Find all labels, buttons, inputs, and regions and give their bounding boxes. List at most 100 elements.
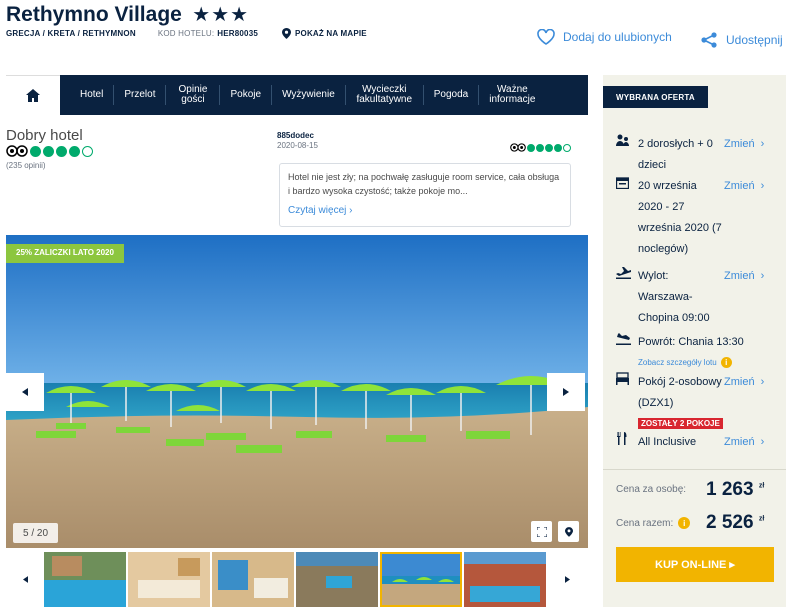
currency: zł — [758, 482, 765, 490]
favorite-label: Dodaj do ulubionych — [563, 30, 672, 44]
travelers-text: 2 dorosłych + 0 dzieci — [638, 138, 713, 171]
tab-weather[interactable]: Pogoda — [424, 85, 480, 105]
review-dot — [545, 143, 553, 152]
promo-badge: 25% ZALICZKI LATO 2020 — [6, 244, 124, 263]
room-photo — [128, 552, 210, 607]
plane-takeoff-icon — [616, 266, 638, 329]
change-departure-link[interactable]: Zmień › — [724, 266, 764, 329]
departure-text: Wylot: Warszawa-Chopina 09:00 — [638, 270, 710, 324]
price-person-value: 1 263 — [706, 478, 754, 500]
tab-reviews[interactable]: Opinie gości — [166, 85, 221, 105]
price-total-value: 2 526 — [706, 512, 754, 533]
tab-flight[interactable]: Przelot — [114, 85, 167, 105]
chevron-right-icon: › — [760, 376, 765, 388]
rooms-left-badge: ZOSTAŁY 2 POKOJE — [638, 418, 723, 429]
flight-details-link[interactable]: Zobacz szczegóły lotu i — [638, 357, 732, 368]
gallery-prev-button[interactable] — [6, 373, 44, 411]
share-label: Udostępnij — [726, 33, 783, 47]
change-label: Zmień — [724, 376, 755, 388]
offer-return: Powrót: Chania 13:30 — [616, 332, 778, 353]
buy-online-button[interactable]: KUP ON-LINE ▸ — [616, 547, 774, 582]
thumbs-prev-button[interactable] — [6, 576, 44, 583]
hotel-photo — [464, 552, 546, 607]
rating-title: Dobry hotel — [6, 127, 83, 144]
thumbnail-pool[interactable] — [44, 552, 126, 607]
gallery-main-image — [6, 235, 588, 548]
thumbnail-aerial[interactable] — [296, 552, 378, 607]
add-favorite-button[interactable]: Dodaj do ulubionych — [537, 29, 672, 45]
thumbnail-hotel[interactable] — [464, 552, 546, 607]
share-button[interactable]: Udostępnij — [700, 32, 783, 48]
rating-dots — [6, 145, 93, 157]
return-text: Powrót: Chania 13:30 — [638, 336, 744, 348]
heart-icon — [537, 29, 555, 45]
offer-travelers: 2 dorosłych + 0 dzieci Zmień › — [616, 134, 764, 176]
price-total-label: Cena razem: — [616, 517, 674, 529]
read-more-label: Czytaj więcej — [288, 205, 347, 216]
aerial-photo — [296, 552, 378, 607]
beach-photo — [6, 235, 588, 548]
tab-excursions[interactable]: Wycieczki fakultatywne — [346, 85, 424, 105]
dates-text: 20 września 2020 - 27 września 2020 (7 n… — [638, 180, 722, 255]
rating-dot — [82, 145, 93, 157]
hotel-name: Rethymno Village — [6, 3, 182, 26]
chevron-left-icon — [22, 388, 28, 396]
people-icon — [616, 134, 638, 176]
price-total-amount: 2 526 zł — [706, 512, 764, 534]
rating-dot — [69, 145, 80, 157]
gallery-next-button[interactable] — [547, 373, 585, 411]
plane-landing-icon — [616, 332, 638, 353]
rating-count[interactable]: (235 opinii) — [6, 161, 93, 170]
gallery-thumbnails — [6, 552, 588, 607]
price-person-amount: 1 263 zł — [706, 479, 764, 501]
change-label: Zmień — [724, 436, 755, 448]
tab-hotel[interactable]: Hotel — [60, 85, 115, 105]
review-header: 885dodec 2020-08-15 — [277, 131, 571, 152]
tab-important-info[interactable]: Ważne informacje — [479, 85, 543, 105]
gallery-map-button[interactable] — [558, 521, 579, 542]
change-room-link[interactable]: Zmień › — [724, 372, 764, 414]
thumbnail-room-2[interactable] — [212, 552, 294, 607]
breadcrumb[interactable]: GRECJA / KRETA / RETHYMNON — [6, 29, 136, 38]
review-dot — [563, 143, 571, 152]
review-dot — [536, 143, 544, 152]
tripadvisor-owl-icon — [510, 143, 526, 152]
show-map-label: POKAŻ NA MAPIE — [295, 29, 367, 38]
change-dates-link[interactable]: Zmień › — [724, 176, 764, 260]
currency: zł — [758, 515, 765, 523]
review-dot — [527, 143, 535, 152]
chevron-right-icon — [564, 576, 570, 583]
hotel-title: Rethymno Village ★★★ — [6, 2, 249, 27]
chevron-right-icon: › — [760, 436, 765, 448]
flight-details-label: Zobacz szczegóły lotu — [638, 358, 717, 367]
change-label: Zmień — [724, 138, 755, 150]
change-label: Zmień — [724, 270, 755, 282]
thumbnail-beach[interactable] — [380, 552, 462, 607]
offer-board: All Inclusive Zmień › — [616, 432, 764, 453]
tab-home[interactable] — [6, 75, 60, 115]
tab-rooms[interactable]: Pokoje — [220, 85, 273, 105]
room-text: Pokój 2-osobowy (DZX1) — [638, 376, 722, 409]
thumbs-next-button[interactable] — [548, 576, 586, 583]
fullscreen-icon — [536, 526, 547, 537]
hotel-rating: Dobry hotel (235 opinii) — [6, 127, 93, 170]
cutlery-icon — [616, 432, 638, 453]
hotel-code: HER80035 — [217, 29, 258, 38]
review-card: Hotel nie jest zły; na pochwałę zasługuj… — [279, 163, 571, 227]
read-more-link[interactable]: Czytaj więcej › — [288, 204, 562, 218]
gallery-counter: 5 / 20 — [13, 523, 58, 543]
change-board-link[interactable]: Zmień › — [724, 432, 764, 453]
review-author: 885dodec — [277, 131, 314, 140]
hotel-tabs: Hotel Przelot Opinie gości Pokoje Wyżywi… — [6, 75, 588, 115]
review-rating — [510, 143, 571, 152]
show-map-link[interactable]: POKAŻ NA MAPIE — [282, 28, 367, 39]
chevron-right-icon: › — [760, 180, 765, 192]
calendar-icon — [615, 176, 638, 260]
change-travelers-link[interactable]: Zmień › — [724, 134, 764, 176]
tab-board[interactable]: Wyżywienie — [272, 85, 346, 105]
fullscreen-button[interactable] — [531, 521, 552, 542]
chevron-right-icon — [563, 388, 569, 396]
info-icon[interactable]: i — [678, 517, 691, 529]
thumbnail-room[interactable] — [128, 552, 210, 607]
offer-dates: 20 września 2020 - 27 września 2020 (7 n… — [615, 176, 764, 260]
